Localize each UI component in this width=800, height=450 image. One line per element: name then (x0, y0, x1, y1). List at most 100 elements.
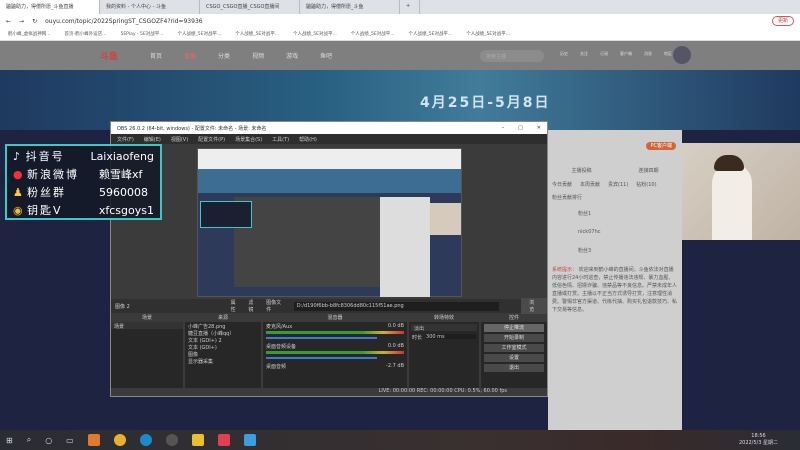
reload-icon[interactable]: ↻ (32, 18, 37, 25)
bookmark[interactable]: 个人战绩_5E对战平... (293, 31, 337, 37)
tab-vip[interactable]: 贵宾(11) (608, 181, 628, 188)
menu-scene-collection[interactable]: 场景集合(S) (235, 136, 262, 143)
nav-home[interactable]: 首页 (150, 51, 162, 60)
nav-yuba[interactable]: 鱼吧 (320, 51, 332, 60)
rank-user[interactable]: nick07hc (548, 223, 682, 241)
preview-webcam (430, 203, 461, 235)
app-icon[interactable] (139, 434, 152, 446)
rank-user[interactable]: 粉丝3 (548, 241, 682, 260)
app-icon[interactable] (87, 434, 100, 446)
bookmark[interactable]: 鹤小峰_虚拟战神网... (8, 31, 51, 37)
mixer-db: 0.0 dB (387, 323, 404, 329)
nav-video[interactable]: 视频 (252, 51, 264, 60)
volume-slider[interactable] (266, 337, 377, 339)
tab-diamond[interactable]: 钻粉(10) (636, 181, 656, 188)
bookmark[interactable]: 个人战绩_5E对战平... (235, 31, 279, 37)
menu-edit[interactable]: 编辑(E) (144, 136, 161, 143)
mixer-channel-name: 桌面音频 (266, 364, 287, 370)
bookmark[interactable]: 个人战绩_5E对战平... (409, 31, 453, 37)
duration-input[interactable]: 300 ms (426, 334, 476, 340)
studio-mode-button[interactable]: 工作室模式 (484, 344, 544, 352)
pc-client-button[interactable]: PC客户端 (646, 142, 676, 150)
client-icon[interactable]: 客户端 (620, 51, 632, 57)
source-item[interactable]: 文本 (GDI+) 2 (185, 336, 261, 344)
properties-button[interactable]: 属性 (231, 299, 241, 313)
avatar[interactable] (673, 46, 691, 64)
transitions-dock: 转场特效 淡出 时长 300 ms (409, 314, 479, 388)
site-search-input[interactable]: 搜索主播 (480, 50, 544, 62)
chrome-icon[interactable] (113, 434, 126, 446)
minimize-button[interactable]: – (502, 125, 505, 131)
browse-button[interactable]: 浏览 (521, 298, 548, 314)
obs-title-bar: OBS 26.0.2 (64-bit, windows) - 配置文件: 未命名… (111, 122, 547, 134)
bookmark[interactable]: 个人战绩_5E对战平... (178, 31, 222, 37)
source-item[interactable]: 小峰广告28.png (185, 322, 261, 330)
menu-tools[interactable]: 工具(T) (272, 136, 289, 143)
clock[interactable]: 18:56 2022/5/3 星期二 (739, 433, 778, 447)
tab-week[interactable]: 本周贡献 (580, 181, 600, 188)
browser-tab-bar: 鼬鼬助力，得偿所愿_斗鱼直播 我的资料 - 个人中心 - 斗鱼 CSGO_CSG… (0, 0, 800, 14)
back-icon[interactable]: ← (6, 18, 11, 25)
browser-tab[interactable]: 鼬鼬助力，得偿所愿_斗鱼 (300, 0, 400, 14)
image-path-field[interactable]: D:/d190f6bb-b8fc8306dd80c115f51ae.png (293, 301, 500, 311)
streamer-submit-link[interactable]: 主播投稿 (571, 167, 591, 174)
obs-preview-canvas[interactable] (197, 148, 462, 297)
location-icon[interactable]: 地区 (664, 51, 672, 57)
filters-button[interactable]: 滤镜 (248, 299, 258, 313)
start-recording-button[interactable]: 开始录制 (484, 334, 544, 342)
douyu-logo[interactable]: 斗鱼 (100, 49, 118, 62)
follow-icon[interactable]: 关注 (580, 51, 588, 57)
browser-tab[interactable]: 鼬鼬助力，得偿所愿_斗鱼直播 (0, 0, 100, 14)
subscribe-icon[interactable]: 订阅 (600, 51, 608, 57)
notice-label: 系统提示： (552, 267, 578, 273)
bookmark[interactable]: 个人战绩_5E对战平... (466, 31, 510, 37)
exit-button[interactable]: 退出 (484, 364, 544, 372)
cortana-icon[interactable]: ○ (45, 436, 52, 445)
overlay-value: 5960008 (99, 185, 148, 199)
bookmark[interactable]: 个人战绩_5E对战平... (351, 31, 395, 37)
app-icon[interactable] (191, 434, 204, 446)
source-item[interactable]: 显示器采集 (185, 357, 261, 365)
volume-slider[interactable] (266, 357, 377, 359)
maximize-button[interactable]: □ (518, 125, 523, 131)
source-toolbar: 图像 2 属性 滤镜 图像文件 D:/d190f6bb-b8fc8306dd80… (111, 298, 548, 314)
nav-category[interactable]: 分类 (218, 51, 230, 60)
nav-game[interactable]: 游戏 (286, 51, 298, 60)
close-button[interactable]: ✕ (537, 125, 541, 131)
obs-icon[interactable] (165, 434, 178, 446)
message-icon[interactable]: 消息 (644, 51, 652, 57)
bookmark[interactable]: 首页-鹤小峰外设店... (65, 31, 107, 37)
browser-tab[interactable]: 我的资料 - 个人中心 - 斗鱼 (100, 0, 200, 14)
url-input[interactable]: ouyu.com/topic/2022SpringST_CSGOZF4?rid=… (45, 18, 645, 25)
controls-dock: 控件 停止推流 开始录制 工作室模式 设置 退出 (481, 314, 547, 388)
settings-button[interactable]: 设置 (484, 354, 544, 362)
menu-view[interactable]: 视图(V) (171, 136, 188, 143)
rank-user[interactable]: 粉丝1 (548, 204, 682, 223)
task-view-icon[interactable]: ▭ (66, 436, 74, 445)
scene-item[interactable]: 场景 (111, 322, 183, 330)
search-icon[interactable]: ⌕ (27, 435, 31, 445)
source-item[interactable]: 文本 (GDI+) (185, 343, 261, 351)
menu-profile[interactable]: 配置文件(P) (198, 136, 225, 143)
browser-tab[interactable]: CSGO_CSGO直播_CSGO直播间 (200, 0, 300, 14)
bookmark[interactable]: 5EPlay - 5E对战平... (120, 31, 163, 37)
menu-help[interactable]: 帮助(H) (299, 136, 317, 143)
connect-link[interactable]: 连接四期 (638, 167, 658, 174)
forward-icon[interactable]: → (19, 18, 24, 25)
stop-streaming-button[interactable]: 停止推流 (484, 324, 544, 332)
source-item[interactable]: 糖豆直播（小峰qq） (185, 329, 261, 337)
image-file-label: 图像文件 (266, 300, 282, 313)
clock-time: 18:56 (751, 433, 766, 439)
new-tab-button[interactable]: + (400, 0, 420, 14)
app-icon[interactable] (217, 434, 230, 446)
menu-file[interactable]: 文件(F) (117, 136, 134, 143)
app-icon[interactable] (243, 434, 256, 446)
history-icon[interactable]: 历史 (560, 51, 568, 57)
update-button[interactable]: 更新 (771, 16, 794, 26)
source-item[interactable]: 图像 (185, 350, 261, 358)
tab-today[interactable]: 今日贡献 (552, 181, 572, 188)
start-icon[interactable]: ⊞ (6, 436, 13, 445)
transition-select[interactable]: 淡出 (411, 324, 477, 332)
nav-live[interactable]: 直播 (184, 51, 196, 60)
preview-obs-window (234, 197, 380, 287)
